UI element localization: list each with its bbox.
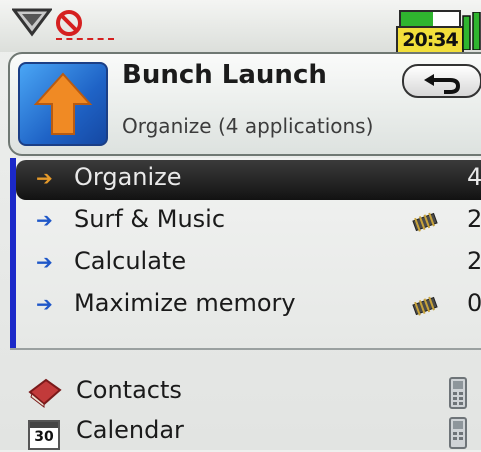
arrow-right-icon: ➔ (36, 166, 53, 190)
mute-icon (56, 10, 82, 36)
calendar-icon-day: 30 (34, 429, 54, 445)
signal-icon (12, 8, 52, 37)
arrow-right-icon: ➔ (36, 250, 53, 274)
up-arrow-icon (18, 62, 108, 146)
list-item-surf-music[interactable]: ➔ Surf & Music 2 (16, 202, 481, 242)
list-item-maximize-memory[interactable]: ➔ Maximize memory 0 (16, 286, 481, 326)
status-bar: 20:34 (0, 0, 481, 54)
list-item-organize[interactable]: ➔ Organize 4 (16, 160, 481, 200)
app-item-contacts[interactable]: Contacts (28, 374, 481, 412)
list-item-count: 0 (467, 289, 481, 317)
app-item-calendar[interactable]: 30 Calendar (28, 414, 481, 452)
page-title: Bunch Launch (122, 60, 327, 90)
list-item-count: 4 (467, 163, 481, 191)
contacts-book-icon (28, 378, 62, 408)
app-item-label: Contacts (76, 376, 182, 404)
page-subtitle: Organize (4 applications) (122, 114, 374, 138)
back-button[interactable] (402, 64, 481, 98)
list-item-count: 2 (467, 205, 481, 233)
list-item-label: Organize (74, 163, 182, 191)
phone-icon (449, 417, 467, 449)
memory-chip-icon (412, 296, 438, 316)
arrow-right-icon: ➔ (36, 292, 53, 316)
mute-underline (56, 38, 114, 42)
list-divider (10, 348, 481, 350)
memory-chip-icon (412, 212, 438, 232)
app-item-label: Calendar (76, 416, 184, 444)
list-item-label: Maximize memory (74, 289, 296, 317)
list-item-calculate[interactable]: ➔ Calculate 2 (16, 244, 481, 284)
battery-level (401, 12, 433, 26)
list-item-label: Surf & Music (74, 205, 226, 233)
clock: 20:34 (396, 26, 464, 54)
back-arrow-icon (424, 74, 461, 94)
list-item-label: Calculate (74, 247, 187, 275)
list-item-count: 2 (467, 247, 481, 275)
phone-icon (449, 377, 467, 409)
signal-bars-icon (462, 12, 481, 50)
arrow-right-icon: ➔ (36, 208, 53, 232)
calendar-icon: 30 (28, 420, 60, 450)
